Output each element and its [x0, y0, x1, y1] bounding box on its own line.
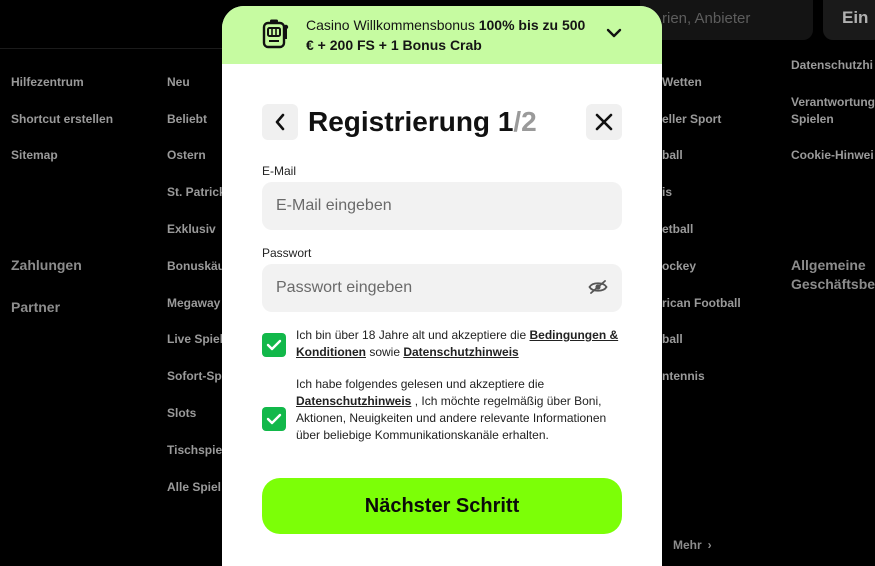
chevron-left-icon	[274, 113, 286, 131]
footer-link-shortcut[interactable]: Shortcut erstellen	[11, 112, 113, 126]
more-link[interactable]: Mehr›	[673, 538, 712, 552]
close-button[interactable]	[586, 104, 622, 140]
step-current: 1	[498, 106, 514, 137]
footer-link-sport[interactable]: etball	[662, 222, 693, 236]
checkmark-icon	[266, 413, 282, 425]
modal-header: Registrierung 1/2	[262, 104, 622, 140]
login-button-background[interactable]: Ein	[823, 0, 875, 40]
footer-head-partner[interactable]: Partner	[11, 298, 60, 317]
footer-link-cookie[interactable]: Cookie-Hinwei	[791, 148, 874, 162]
footer-link-casino[interactable]: Live Spiel	[167, 332, 223, 346]
footer-link-sport[interactable]: ntennis	[662, 369, 705, 383]
bonus-banner[interactable]: Casino Willkommensbonus 100% bis zu 500 …	[222, 6, 662, 64]
footer-link-casino[interactable]: Alle Spiel	[167, 480, 221, 494]
footer-link-casino[interactable]: St. Patrick	[167, 185, 226, 199]
footer-link-casino[interactable]: Neu	[167, 75, 190, 89]
footer-link-casino[interactable]: Beliebt	[167, 112, 207, 126]
search-input-background[interactable]: rien, Anbieter	[640, 0, 813, 40]
email-field[interactable]	[262, 182, 622, 230]
next-step-button[interactable]: Nächster Schritt	[262, 478, 622, 534]
footer-link-sport[interactable]: ball	[662, 332, 683, 346]
checkmark-icon	[266, 339, 282, 351]
age-terms-checkbox[interactable]	[262, 333, 286, 357]
password-label: Passwort	[262, 246, 311, 260]
footer-link-casino[interactable]: Tischspie	[167, 443, 222, 457]
marketing-consent-checkbox[interactable]	[262, 407, 286, 431]
footer-link-sport[interactable]: ball	[662, 148, 683, 162]
page-title: Registrierung 1/2	[308, 104, 537, 140]
bonus-text: Casino Willkommensbonus 100% bis zu 500 …	[306, 15, 596, 55]
footer-link-casino[interactable]: Exklusiv	[167, 222, 216, 236]
eye-hidden-icon[interactable]	[588, 280, 608, 294]
slot-machine-icon	[262, 19, 290, 49]
footer-link-sport[interactable]: Wetten	[662, 75, 702, 89]
divider	[0, 48, 222, 49]
footer-link-casino[interactable]: Megaway	[167, 296, 220, 310]
footer-head-payments[interactable]: Zahlungen	[11, 256, 82, 275]
password-field[interactable]	[262, 264, 622, 312]
registration-modal: Casino Willkommensbonus 100% bis zu 500 …	[222, 6, 662, 566]
back-button[interactable]	[262, 104, 298, 140]
footer-link-sport[interactable]: is	[662, 185, 672, 199]
footer-link-casino[interactable]: Bonuskäu	[167, 259, 225, 273]
footer-link-casino[interactable]: Ostern	[167, 148, 206, 162]
footer-link-casino[interactable]: Sofort-Sp	[167, 369, 222, 383]
footer-link-sport[interactable]: rican Football	[662, 296, 741, 310]
age-terms-consent-text: Ich bin über 18 Jahre alt und akzeptiere…	[296, 327, 626, 361]
close-icon	[595, 113, 613, 131]
footer-link-responsible[interactable]: Verantwortung Spielen	[791, 94, 875, 128]
footer-head-terms[interactable]: Allgemeine Geschäftsbe	[791, 256, 875, 294]
email-label: E-Mail	[262, 164, 296, 178]
footer-link-sitemap[interactable]: Sitemap	[11, 148, 58, 162]
footer-link-help[interactable]: Hilfezentrum	[11, 75, 84, 89]
marketing-consent-text: Ich habe folgendes gelesen und akzeptier…	[296, 376, 626, 444]
footer-link-privacy[interactable]: Datenschutzhi	[791, 58, 873, 72]
step-total: /2	[513, 106, 536, 137]
footer-link-casino[interactable]: Slots	[167, 406, 196, 420]
chevron-down-icon[interactable]	[606, 28, 622, 38]
privacy-link[interactable]: Datenschutzhinweis	[403, 345, 518, 359]
chevron-right-icon: ›	[708, 538, 712, 552]
footer-link-sport[interactable]: eller Sport	[662, 112, 721, 126]
footer-link-sport[interactable]: ockey	[662, 259, 696, 273]
privacy-link[interactable]: Datenschutzhinweis	[296, 394, 411, 408]
